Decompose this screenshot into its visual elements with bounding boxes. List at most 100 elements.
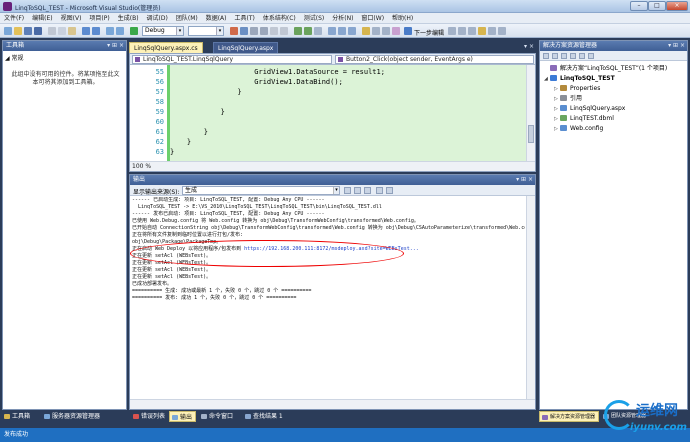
save-icon[interactable] [24, 27, 32, 35]
find-icon[interactable] [240, 27, 248, 35]
menu-debug[interactable]: 调试(D) [143, 13, 172, 23]
attach-icon[interactable] [230, 27, 238, 35]
tree-node[interactable]: 解决方案“LinqToSQL_TEST”(1 个项目) [544, 64, 685, 74]
tree-node[interactable]: ▷ Properties [544, 84, 685, 94]
navigate-forward-icon[interactable] [116, 27, 124, 35]
tab-solution-explorer[interactable]: 解决方案资源管理器 [539, 411, 600, 422]
next-bookmark-icon[interactable] [304, 27, 312, 35]
maximize-button[interactable]: □ [648, 1, 666, 11]
menu-analyze[interactable]: 分析(N) [328, 13, 357, 23]
layout-icon[interactable] [382, 27, 390, 35]
tree-node-label: LinqSqlQuery.aspx [570, 105, 626, 112]
navigate-back-icon[interactable] [106, 27, 114, 35]
scroll-thumb[interactable] [528, 125, 534, 143]
platform-select[interactable]: ▾ [188, 26, 224, 36]
minimize-button[interactable]: – [630, 1, 648, 11]
toolbox-toggle-icon[interactable] [478, 27, 486, 35]
tree-node[interactable]: ▷ 引用 [544, 94, 685, 104]
window-icon[interactable] [448, 27, 456, 35]
word-wrap-icon[interactable] [386, 187, 393, 194]
cut-icon[interactable] [48, 27, 56, 35]
properties-icon[interactable] [543, 53, 549, 59]
clear-all-icon[interactable] [376, 187, 383, 194]
close-button[interactable]: × [666, 1, 688, 11]
find-message-icon[interactable] [344, 187, 351, 194]
comment-icon[interactable] [250, 27, 258, 35]
nest-related-icon[interactable] [588, 53, 594, 59]
tab-output[interactable]: 输出 [169, 411, 197, 422]
folder-icon[interactable] [362, 27, 370, 35]
type-dropdown[interactable]: LinqToSQL_TEST.LinqSqlQuery [132, 55, 332, 64]
tab-linqsqlquery-aspx[interactable]: LinqSqlQuery.aspx [213, 42, 279, 53]
css-icon[interactable] [392, 27, 400, 35]
prev-message-icon[interactable] [354, 187, 361, 194]
format-icon[interactable] [328, 27, 336, 35]
tree-node[interactable]: ▷ LinqTEST.dbml [544, 114, 685, 124]
tab-find-results[interactable]: 查找结果 1 [243, 411, 286, 422]
menu-architecture[interactable]: 体系结构(C) [259, 13, 300, 23]
start-page-icon[interactable] [498, 27, 506, 35]
output-source-select[interactable]: 生成 ▾ [182, 186, 340, 195]
output-horizontal-scrollbar[interactable] [130, 399, 535, 409]
paste-icon[interactable] [68, 27, 76, 35]
output-text[interactable]: ------ 已启动生成: 项目: LinqToSQL_TEST, 配置: De… [132, 197, 525, 399]
menu-view[interactable]: 视图(V) [57, 13, 86, 23]
menu-test[interactable]: 测试(S) [300, 13, 329, 23]
prev-bookmark-icon[interactable] [314, 27, 322, 35]
menu-window[interactable]: 窗口(W) [357, 13, 388, 23]
tab-command-window[interactable]: 命令窗口 [199, 411, 236, 422]
menu-build[interactable]: 生成(B) [114, 13, 143, 23]
code-area[interactable]: 55 56 57 58 59 60 61 62 63 GridView1.Dat… [130, 65, 526, 161]
tree-node[interactable]: ▷ Web.config [544, 124, 685, 134]
tab-toolbox[interactable]: 工具箱 [2, 411, 33, 422]
step-icon[interactable] [404, 27, 412, 35]
editor-vertical-scrollbar[interactable] [526, 65, 535, 161]
view-designer-icon[interactable] [579, 53, 585, 59]
step-label[interactable]: 下一步编辑 [414, 28, 444, 37]
properties-icon[interactable] [458, 27, 466, 35]
show-all-files-icon[interactable] [552, 53, 558, 59]
panel-buttons[interactable]: ▾ ⊞ × [516, 175, 533, 185]
outdent-icon[interactable] [280, 27, 288, 35]
toolbox-group-general[interactable]: ◢ 常规 [5, 53, 24, 62]
view-code-icon[interactable] [570, 53, 576, 59]
object-browser-icon[interactable] [468, 27, 476, 35]
indent-icon[interactable] [270, 27, 278, 35]
panel-buttons[interactable]: ▾ ⊞ × [107, 41, 124, 51]
spacing-icon[interactable] [348, 27, 356, 35]
tree-node[interactable]: ◢ LinqToSQL_TEST [544, 74, 685, 84]
menu-edit[interactable]: 编辑(E) [28, 13, 56, 23]
tab-server-explorer[interactable]: 服务器资源管理器 [42, 411, 103, 422]
menu-data[interactable]: 数据(A) [202, 13, 231, 23]
extension-icon[interactable] [488, 27, 496, 35]
start-debugging-icon[interactable] [130, 27, 138, 35]
tab-error-list[interactable]: 错误列表 [131, 411, 168, 422]
output-vertical-scrollbar[interactable] [526, 196, 535, 399]
refresh-icon[interactable] [561, 53, 567, 59]
uncomment-icon[interactable] [260, 27, 268, 35]
next-message-icon[interactable] [364, 187, 371, 194]
redo-icon[interactable] [92, 27, 100, 35]
zoom-level[interactable]: 100 % [132, 163, 151, 171]
tab-buttons[interactable]: ▾ × [524, 43, 534, 50]
bookmark-icon[interactable] [294, 27, 302, 35]
copy-icon[interactable] [58, 27, 66, 35]
tab-linqsqlquery-cs[interactable]: LinqSqlQuery.aspx.cs [129, 42, 203, 53]
menu-tools[interactable]: 工具(T) [231, 13, 259, 23]
tree-node[interactable]: ▷ LinqSqlQuery.aspx [544, 104, 685, 114]
new-project-icon[interactable] [4, 27, 12, 35]
save-all-icon[interactable] [34, 27, 42, 35]
align-icon[interactable] [338, 27, 346, 35]
editor-horizontal-scrollbar[interactable]: 100 % [130, 161, 535, 171]
undo-icon[interactable] [82, 27, 90, 35]
menu-team[interactable]: 团队(M) [172, 13, 202, 23]
code-text[interactable]: GridView1.DataSource = result1; GridView… [170, 65, 526, 161]
menu-help[interactable]: 帮助(H) [388, 13, 417, 23]
member-dropdown[interactable]: Button2_Click(object sender, EventArgs e… [335, 55, 534, 64]
panel-buttons[interactable]: ▾ ⊞ × [668, 41, 685, 51]
tag-icon[interactable] [372, 27, 380, 35]
menu-file[interactable]: 文件(F) [0, 13, 28, 23]
open-file-icon[interactable] [14, 27, 22, 35]
solution-config-select[interactable]: Debug ▾ [142, 26, 184, 36]
menu-project[interactable]: 项目(P) [85, 13, 113, 23]
